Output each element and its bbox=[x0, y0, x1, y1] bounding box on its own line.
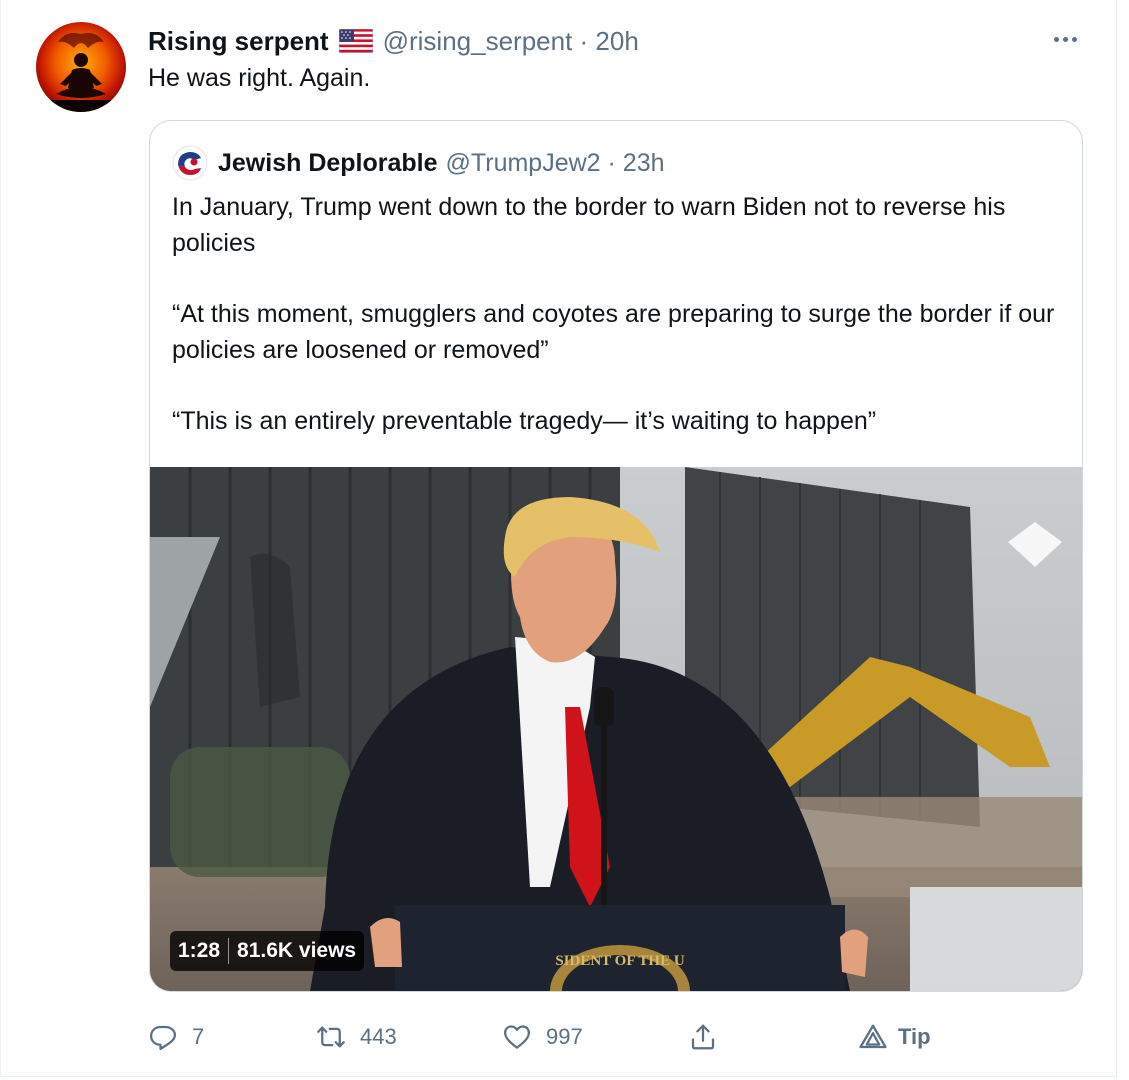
reply-count: 7 bbox=[192, 1024, 205, 1049]
meditating-figure-icon bbox=[36, 33, 126, 112]
tweet-actions: 7 443 997 Tip bbox=[148, 1015, 948, 1059]
tweet-card[interactable]: Rising serpent @rising_serpent · 20h He … bbox=[0, 0, 1117, 1077]
quoted-header: Jewish Deplorable @TrumpJew2 · 23h bbox=[172, 145, 665, 181]
tip-icon bbox=[859, 1024, 887, 1049]
video-duration: 1:28 bbox=[178, 939, 221, 962]
display-name[interactable]: Rising serpent bbox=[148, 26, 329, 57]
heart-icon bbox=[504, 1025, 530, 1049]
handle-and-time[interactable]: @rising_serpent · 20h bbox=[383, 26, 639, 57]
share-icon bbox=[691, 1024, 715, 1050]
retweet-button[interactable]: 443 bbox=[316, 1015, 397, 1059]
like-button[interactable]: 997 bbox=[502, 1015, 583, 1059]
tip-label: Tip bbox=[898, 1024, 931, 1049]
more-horizontal-icon[interactable] bbox=[1051, 30, 1081, 50]
user-avatar[interactable] bbox=[36, 22, 126, 112]
quoted-paragraph: In January, Trump went down to the borde… bbox=[172, 193, 1006, 257]
share-button[interactable] bbox=[688, 1015, 718, 1059]
quoted-text: In January, Trump went down to the borde… bbox=[172, 189, 1062, 439]
quoted-paragraph: “At this moment, smugglers and coyotes a… bbox=[172, 300, 1055, 364]
video-thumbnail: SIDENT OF THE U bbox=[150, 467, 1082, 991]
tweet-header: Rising serpent @rising_serpent · 20h bbox=[148, 24, 639, 58]
us-flag-icon bbox=[338, 28, 373, 54]
quoted-handle-and-time[interactable]: @TrumpJew2 · 23h bbox=[446, 149, 665, 178]
quoted-tweet[interactable]: Jewish Deplorable @TrumpJew2 · 23h In Ja… bbox=[149, 120, 1083, 992]
like-count: 997 bbox=[546, 1024, 583, 1049]
reply-button[interactable]: 7 bbox=[148, 1015, 204, 1059]
reply-icon bbox=[150, 1025, 176, 1050]
tweet-text: He was right. Again. bbox=[148, 64, 371, 92]
tip-button[interactable]: Tip bbox=[858, 1015, 931, 1059]
quoted-display-name[interactable]: Jewish Deplorable bbox=[218, 149, 438, 178]
video-stats-badge: 1:28 81.6K views bbox=[170, 931, 365, 971]
retweet-icon bbox=[317, 1026, 345, 1048]
quoted-avatar[interactable] bbox=[172, 145, 208, 181]
video-views: 81.6K views bbox=[237, 939, 357, 962]
quoted-paragraph: “This is an entirely preventable tragedy… bbox=[172, 407, 877, 435]
video-player[interactable]: SIDENT OF THE U 1:28 81.6K views bbox=[150, 467, 1082, 991]
podium-seal-text: SIDENT OF THE U bbox=[555, 953, 685, 969]
retweet-count: 443 bbox=[360, 1024, 397, 1049]
